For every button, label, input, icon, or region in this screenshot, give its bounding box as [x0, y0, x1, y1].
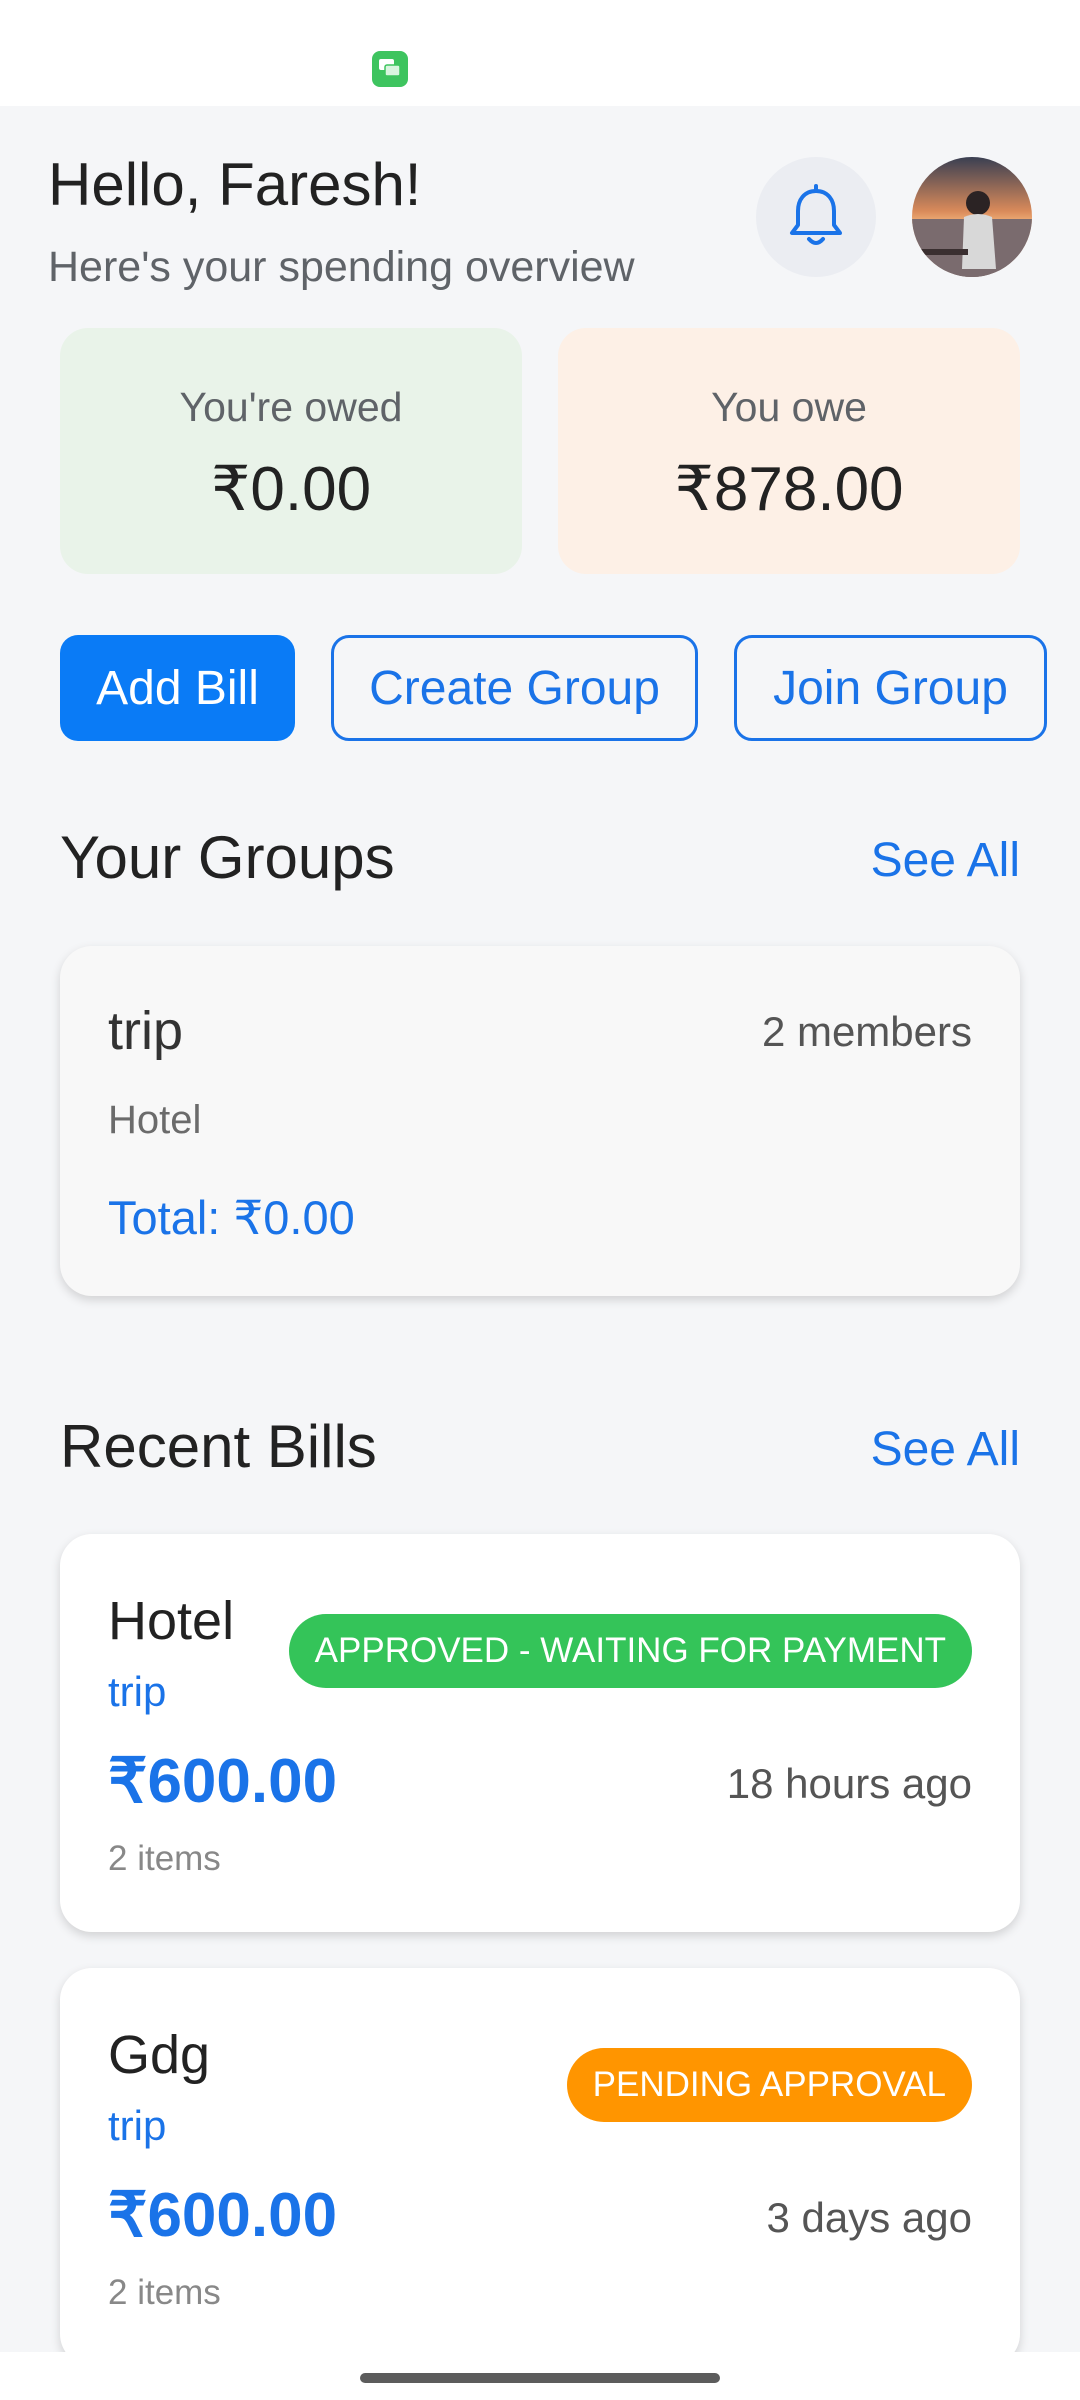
bill-title: Gdg: [108, 2025, 211, 2085]
create-group-button[interactable]: Create Group: [331, 635, 698, 741]
owe-amount: ₹878.00: [674, 455, 904, 524]
notifications-button[interactable]: [756, 157, 876, 277]
you-are-owed-card[interactable]: You're owed ₹0.00: [60, 328, 522, 574]
your-groups-heading: Your Groups: [60, 824, 395, 891]
bill-timestamp: 18 hours ago: [726, 1760, 972, 1807]
bill-timestamp: 3 days ago: [766, 2194, 973, 2241]
recent-bills-heading: Recent Bills: [60, 1413, 377, 1480]
bill-card[interactable]: Hotel trip APPROVED - WAITING FOR PAYMEN…: [60, 1534, 1020, 1932]
owe-label: You owe: [711, 384, 867, 430]
bill-card[interactable]: Gdg trip PENDING APPROVAL ₹600.00 3 days…: [60, 1968, 1020, 2366]
bill-amount: ₹600.00: [108, 2181, 338, 2250]
messages-app-icon: [372, 51, 408, 87]
owed-amount: ₹0.00: [210, 455, 372, 524]
you-owe-card[interactable]: You owe ₹878.00: [558, 328, 1020, 574]
bill-title: Hotel: [108, 1591, 235, 1651]
greeting-title: Hello, Faresh!: [48, 151, 422, 218]
group-total: Total: ₹0.00: [108, 1191, 355, 1244]
bill-item-count: 2 items: [108, 1839, 221, 1878]
add-bill-button[interactable]: Add Bill: [60, 635, 295, 741]
profile-avatar[interactable]: [912, 157, 1032, 277]
home-gesture-handle[interactable]: [360, 2373, 720, 2383]
group-description: Hotel: [108, 1098, 202, 1142]
groups-see-all-link[interactable]: See All: [871, 833, 1020, 888]
bell-icon: [790, 184, 842, 245]
overview-subtitle: Here's your spending overview: [48, 243, 635, 291]
bills-see-all-link[interactable]: See All: [871, 1422, 1020, 1477]
bill-amount: ₹600.00: [108, 1747, 338, 1816]
bill-item-count: 2 items: [108, 2273, 221, 2312]
bill-group-link[interactable]: trip: [108, 2102, 166, 2150]
status-bar: [0, 0, 1080, 106]
status-badge: PENDING APPROVAL: [566, 2048, 972, 2122]
group-name: trip: [108, 1001, 184, 1061]
join-group-button[interactable]: Join Group: [734, 635, 1047, 741]
system-navigation-bar: [0, 2352, 1080, 2400]
status-badge: APPROVED - WAITING FOR PAYMENT: [288, 1614, 972, 1688]
group-card[interactable]: trip 2 members Hotel Total: ₹0.00: [60, 946, 1020, 1296]
bill-group-link[interactable]: trip: [108, 1668, 166, 1716]
group-members-count: 2 members: [761, 1008, 972, 1055]
owed-label: You're owed: [179, 384, 403, 430]
